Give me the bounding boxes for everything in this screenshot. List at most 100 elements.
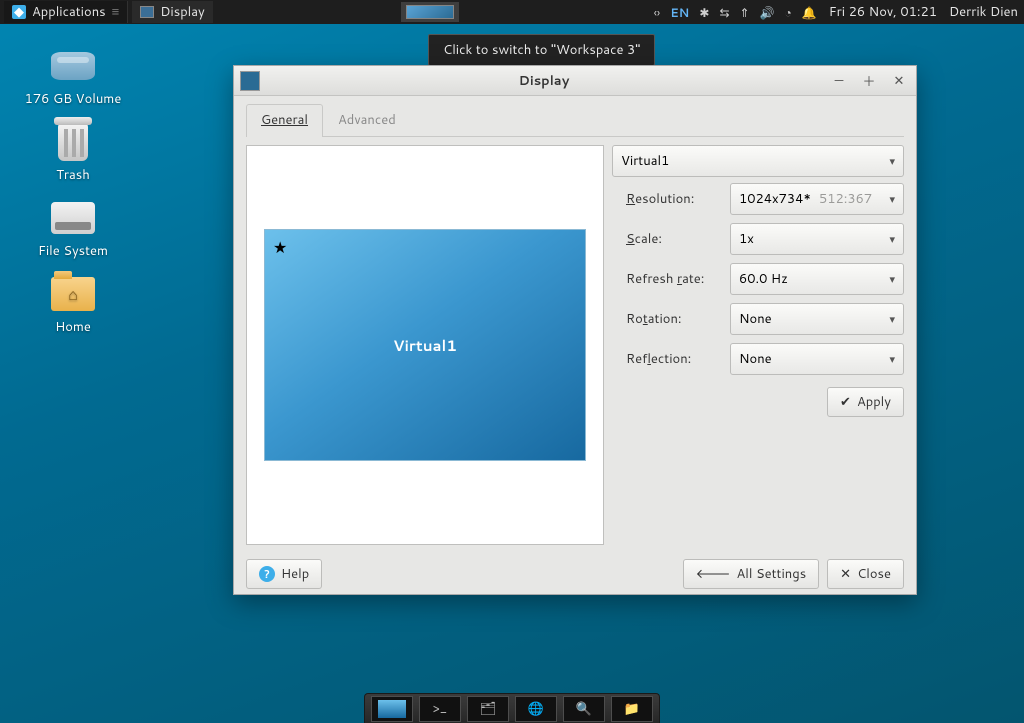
apply-button[interactable]: ✔ Apply [827,387,904,417]
primary-star-icon: ★ [273,236,287,259]
help-button[interactable]: ? Help [246,559,322,589]
back-arrow-icon: 🡐 [696,565,731,583]
scale-select[interactable]: 1x ▾ [730,223,904,255]
refresh-select[interactable]: 60.0 Hz ▾ [730,263,904,295]
notifications-icon[interactable]: 🔔 [802,4,817,21]
window-buttons: — ＋ ✕ [822,71,916,91]
tab-general[interactable]: General [246,104,323,137]
monitor-select-value: Virtual1 [621,152,669,170]
keyboard-layout-indicator[interactable]: EN [670,4,689,21]
monitor-select[interactable]: Virtual1 ▾ [612,145,904,177]
network-icon[interactable]: ‹› [654,4,661,21]
row-reflection: Reflection: None ▾ [612,341,904,377]
sync-icon[interactable]: ⇆ [719,4,729,21]
files-icon: 🗂 [480,700,497,718]
resolution-select[interactable]: 1024x734* 512:367 ▾ [730,183,904,215]
close-button[interactable]: ✕ Close [827,559,904,589]
task-monitor-icon [140,6,154,18]
chevron-down-icon: ▾ [889,191,895,207]
desktop-icon-trash-label: Trash [56,166,90,184]
row-scale: Scale: 1x ▾ [612,221,904,257]
minimize-button[interactable]: — [828,71,850,91]
folder-home-icon: ⌂ [49,274,97,314]
row-rotation: Rotation: None ▾ [612,301,904,337]
xfce-logo-icon: ◆ [12,5,26,19]
upload-icon[interactable]: ⇑ [740,4,750,21]
reflection-select[interactable]: None ▾ [730,343,904,375]
all-settings-label: All Settings [736,565,806,583]
close-window-button[interactable]: ✕ [888,71,910,91]
tab-general-label: General [261,111,308,129]
all-settings-button[interactable]: 🡐 All Settings [683,559,820,589]
bluetooth-icon[interactable]: ✱ [699,4,709,21]
dock-item-search[interactable]: 🔍 [563,696,605,722]
workspace-pager[interactable] [401,2,459,22]
window-title: Display [266,72,822,90]
workspace-tooltip: Click to switch to "Workspace 3" [428,34,655,66]
task-label: Display [160,3,205,21]
settings-body: ★ Virtual1 Virtual1 ▾ Resolution: 1024x7… [246,145,904,545]
applications-label: Applications [32,3,106,21]
reflection-value: None [739,350,772,368]
folder2-icon: 📁 [624,700,640,718]
user-name[interactable]: Derrik Dien [943,3,1024,21]
refresh-value: 60.0 Hz [739,270,788,288]
row-refresh: Refresh rate: 60.0 Hz ▾ [612,261,904,297]
panel-left: ◆ Applications ≡ Display [0,1,213,23]
search-icon: 🔍 [576,700,592,718]
bottom-dock: >_ 🗂 🌐 🔍 📁 [364,693,660,723]
check-icon: ✔ [840,393,851,411]
apply-label: Apply [857,393,891,411]
task-display[interactable]: Display [132,1,213,23]
terminal-icon: >_ [433,700,447,718]
volume-icon[interactable]: 🔊 [760,4,775,21]
rotation-value: None [739,310,772,328]
desktop-icon-home[interactable]: ⌂ Home [49,274,97,336]
desktop-icon-volume[interactable]: 176 GB Volume [25,46,122,108]
dialog-footer: ? Help 🡐 All Settings ✕ Close [246,549,904,589]
dock-item-files[interactable]: 🗂 [467,696,509,722]
clock[interactable]: Fri 26 Nov, 01:21 [823,3,943,21]
dock-item-browser[interactable]: 🌐 [515,696,557,722]
resolution-ratio: 512:367 [819,190,872,208]
trash-icon [49,122,97,162]
dock-item-desktop[interactable] [371,696,413,722]
apply-row: ✔ Apply [612,381,904,417]
disk-icon [49,46,97,86]
desktop-icon-filesystem-label: File System [38,242,108,260]
maximize-button[interactable]: ＋ [858,71,880,91]
power-icon[interactable]: ◔ [785,4,792,21]
titlebar[interactable]: Display — ＋ ✕ [234,66,916,96]
tab-advanced[interactable]: Advanced [323,104,411,137]
chevron-down-icon: ▾ [889,153,895,169]
help-icon: ? [259,566,275,582]
monitor-thumb-label: Virtual1 [393,335,457,356]
rotation-label: Rotation: [626,310,726,328]
dock-item-folder[interactable]: 📁 [611,696,653,722]
desktop-icon [378,700,406,718]
desktop-icon-trash[interactable]: Trash [49,122,97,184]
display-preview[interactable]: ★ Virtual1 [246,145,604,545]
close-label: Close [857,565,891,583]
desktop-icon-home-label: Home [55,318,91,336]
help-label: Help [281,565,309,583]
menu-separator-icon: ≡ [112,3,120,21]
chevron-down-icon: ▾ [889,351,895,367]
tabs: General Advanced [246,104,904,137]
desktop-icon-volume-label: 176 GB Volume [25,90,122,108]
chevron-down-icon: ▾ [889,231,895,247]
globe-icon: 🌐 [528,700,544,718]
desktop-icons: 176 GB Volume Trash File System ⌂ Home [18,46,128,336]
rotation-select[interactable]: None ▾ [730,303,904,335]
applications-menu-button[interactable]: ◆ Applications ≡ [4,1,128,23]
system-tray: ‹› EN ✱ ⇆ ⇑ 🔊 ◔ 🔔 [648,4,823,21]
scale-label: Scale: [626,230,726,248]
dock-item-terminal[interactable]: >_ [419,696,461,722]
monitor-thumb[interactable]: ★ Virtual1 [264,229,586,461]
top-panel: ◆ Applications ≡ Display ‹› EN ✱ ⇆ ⇑ 🔊 ◔… [0,0,1024,24]
row-resolution: Resolution: 1024x734* 512:367 ▾ [612,181,904,217]
resolution-value: 1024x734* [739,190,811,208]
chevron-down-icon: ▾ [889,271,895,287]
tab-advanced-label: Advanced [338,111,396,129]
desktop-icon-filesystem[interactable]: File System [38,198,108,260]
